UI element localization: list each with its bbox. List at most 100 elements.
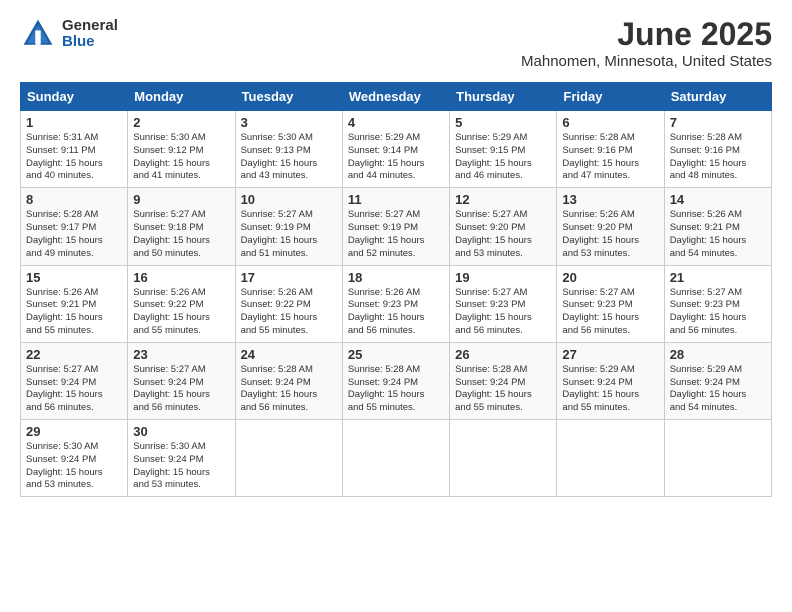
header-friday: Friday bbox=[557, 83, 664, 111]
sunset-label: Sunset: 9:24 PM bbox=[241, 377, 311, 388]
day-info: Sunrise: 5:27 AM Sunset: 9:23 PM Dayligh… bbox=[562, 287, 658, 338]
day-cell bbox=[664, 420, 771, 497]
sunset-label: Sunset: 9:24 PM bbox=[562, 377, 632, 388]
day-number: 24 bbox=[241, 347, 337, 362]
logo-blue-text: Blue bbox=[62, 34, 118, 51]
day-cell: 3 Sunrise: 5:30 AM Sunset: 9:13 PM Dayli… bbox=[235, 111, 342, 188]
day-cell: 24 Sunrise: 5:28 AM Sunset: 9:24 PM Dayl… bbox=[235, 342, 342, 419]
daylight-label: Daylight: 15 hoursand 55 minutes. bbox=[455, 389, 532, 413]
day-cell bbox=[557, 420, 664, 497]
day-number: 18 bbox=[348, 270, 444, 285]
day-cell: 11 Sunrise: 5:27 AM Sunset: 9:19 PM Dayl… bbox=[342, 188, 449, 265]
sunrise-label: Sunrise: 5:26 AM bbox=[241, 287, 313, 298]
day-info: Sunrise: 5:30 AM Sunset: 9:12 PM Dayligh… bbox=[133, 132, 229, 183]
day-info: Sunrise: 5:28 AM Sunset: 9:17 PM Dayligh… bbox=[26, 209, 122, 260]
day-number: 28 bbox=[670, 347, 766, 362]
day-info: Sunrise: 5:26 AM Sunset: 9:22 PM Dayligh… bbox=[133, 287, 229, 338]
sunrise-label: Sunrise: 5:28 AM bbox=[241, 364, 313, 375]
day-info: Sunrise: 5:30 AM Sunset: 9:13 PM Dayligh… bbox=[241, 132, 337, 183]
day-cell bbox=[342, 420, 449, 497]
sunset-label: Sunset: 9:24 PM bbox=[670, 377, 740, 388]
sunset-label: Sunset: 9:13 PM bbox=[241, 145, 311, 156]
sunset-label: Sunset: 9:22 PM bbox=[241, 299, 311, 310]
day-number: 12 bbox=[455, 192, 551, 207]
day-number: 27 bbox=[562, 347, 658, 362]
day-info: Sunrise: 5:28 AM Sunset: 9:24 PM Dayligh… bbox=[241, 364, 337, 415]
day-number: 16 bbox=[133, 270, 229, 285]
daylight-label: Daylight: 15 hoursand 53 minutes. bbox=[133, 467, 210, 491]
sunset-label: Sunset: 9:24 PM bbox=[348, 377, 418, 388]
day-info: Sunrise: 5:28 AM Sunset: 9:16 PM Dayligh… bbox=[562, 132, 658, 183]
daylight-label: Daylight: 15 hoursand 55 minutes. bbox=[26, 312, 103, 336]
day-cell: 19 Sunrise: 5:27 AM Sunset: 9:23 PM Dayl… bbox=[450, 265, 557, 342]
day-cell: 18 Sunrise: 5:26 AM Sunset: 9:23 PM Dayl… bbox=[342, 265, 449, 342]
sunrise-label: Sunrise: 5:27 AM bbox=[348, 209, 420, 220]
sunset-label: Sunset: 9:19 PM bbox=[348, 222, 418, 233]
day-cell: 21 Sunrise: 5:27 AM Sunset: 9:23 PM Dayl… bbox=[664, 265, 771, 342]
day-info: Sunrise: 5:29 AM Sunset: 9:24 PM Dayligh… bbox=[670, 364, 766, 415]
sunset-label: Sunset: 9:16 PM bbox=[670, 145, 740, 156]
sunset-label: Sunset: 9:24 PM bbox=[133, 377, 203, 388]
sunset-label: Sunset: 9:24 PM bbox=[455, 377, 525, 388]
sunset-label: Sunset: 9:16 PM bbox=[562, 145, 632, 156]
day-cell bbox=[235, 420, 342, 497]
daylight-label: Daylight: 15 hoursand 53 minutes. bbox=[455, 235, 532, 259]
day-number: 26 bbox=[455, 347, 551, 362]
sunset-label: Sunset: 9:20 PM bbox=[562, 222, 632, 233]
day-number: 4 bbox=[348, 115, 444, 130]
sunrise-label: Sunrise: 5:27 AM bbox=[562, 287, 634, 298]
sunset-label: Sunset: 9:24 PM bbox=[26, 377, 96, 388]
day-info: Sunrise: 5:29 AM Sunset: 9:15 PM Dayligh… bbox=[455, 132, 551, 183]
day-cell: 14 Sunrise: 5:26 AM Sunset: 9:21 PM Dayl… bbox=[664, 188, 771, 265]
day-number: 3 bbox=[241, 115, 337, 130]
logo-text: General Blue bbox=[62, 18, 118, 51]
sunset-label: Sunset: 9:14 PM bbox=[348, 145, 418, 156]
sunrise-label: Sunrise: 5:30 AM bbox=[241, 132, 313, 143]
day-number: 15 bbox=[26, 270, 122, 285]
daylight-label: Daylight: 15 hoursand 55 minutes. bbox=[348, 389, 425, 413]
sunrise-label: Sunrise: 5:26 AM bbox=[348, 287, 420, 298]
header-tuesday: Tuesday bbox=[235, 83, 342, 111]
daylight-label: Daylight: 15 hoursand 56 minutes. bbox=[133, 389, 210, 413]
sunset-label: Sunset: 9:18 PM bbox=[133, 222, 203, 233]
sunset-label: Sunset: 9:17 PM bbox=[26, 222, 96, 233]
sunset-label: Sunset: 9:22 PM bbox=[133, 299, 203, 310]
sunrise-label: Sunrise: 5:26 AM bbox=[133, 287, 205, 298]
week-row-2: 8 Sunrise: 5:28 AM Sunset: 9:17 PM Dayli… bbox=[21, 188, 772, 265]
sunrise-label: Sunrise: 5:27 AM bbox=[241, 209, 313, 220]
header-sunday: Sunday bbox=[21, 83, 128, 111]
week-row-3: 15 Sunrise: 5:26 AM Sunset: 9:21 PM Dayl… bbox=[21, 265, 772, 342]
daylight-label: Daylight: 15 hoursand 55 minutes. bbox=[562, 389, 639, 413]
day-cell: 17 Sunrise: 5:26 AM Sunset: 9:22 PM Dayl… bbox=[235, 265, 342, 342]
sunset-label: Sunset: 9:23 PM bbox=[562, 299, 632, 310]
sunset-label: Sunset: 9:15 PM bbox=[455, 145, 525, 156]
daylight-label: Daylight: 15 hoursand 53 minutes. bbox=[562, 235, 639, 259]
day-info: Sunrise: 5:26 AM Sunset: 9:20 PM Dayligh… bbox=[562, 209, 658, 260]
daylight-label: Daylight: 15 hoursand 55 minutes. bbox=[133, 312, 210, 336]
daylight-label: Daylight: 15 hoursand 53 minutes. bbox=[26, 467, 103, 491]
day-cell: 2 Sunrise: 5:30 AM Sunset: 9:12 PM Dayli… bbox=[128, 111, 235, 188]
sunset-label: Sunset: 9:24 PM bbox=[133, 454, 203, 465]
sunset-label: Sunset: 9:21 PM bbox=[26, 299, 96, 310]
day-number: 21 bbox=[670, 270, 766, 285]
day-info: Sunrise: 5:27 AM Sunset: 9:24 PM Dayligh… bbox=[26, 364, 122, 415]
day-info: Sunrise: 5:31 AM Sunset: 9:11 PM Dayligh… bbox=[26, 132, 122, 183]
day-info: Sunrise: 5:26 AM Sunset: 9:21 PM Dayligh… bbox=[670, 209, 766, 260]
day-cell: 8 Sunrise: 5:28 AM Sunset: 9:17 PM Dayli… bbox=[21, 188, 128, 265]
location-title: Mahnomen, Minnesota, United States bbox=[521, 53, 772, 70]
sunrise-label: Sunrise: 5:27 AM bbox=[133, 364, 205, 375]
day-number: 11 bbox=[348, 192, 444, 207]
daylight-label: Daylight: 15 hoursand 47 minutes. bbox=[562, 158, 639, 182]
sunrise-label: Sunrise: 5:30 AM bbox=[133, 441, 205, 452]
sunrise-label: Sunrise: 5:26 AM bbox=[670, 209, 742, 220]
day-number: 19 bbox=[455, 270, 551, 285]
weekday-header-row: Sunday Monday Tuesday Wednesday Thursday… bbox=[21, 83, 772, 111]
daylight-label: Daylight: 15 hoursand 44 minutes. bbox=[348, 158, 425, 182]
day-info: Sunrise: 5:30 AM Sunset: 9:24 PM Dayligh… bbox=[26, 441, 122, 492]
sunrise-label: Sunrise: 5:28 AM bbox=[348, 364, 420, 375]
daylight-label: Daylight: 15 hoursand 46 minutes. bbox=[455, 158, 532, 182]
sunrise-label: Sunrise: 5:27 AM bbox=[26, 364, 98, 375]
daylight-label: Daylight: 15 hoursand 56 minutes. bbox=[26, 389, 103, 413]
day-info: Sunrise: 5:27 AM Sunset: 9:18 PM Dayligh… bbox=[133, 209, 229, 260]
day-cell: 13 Sunrise: 5:26 AM Sunset: 9:20 PM Dayl… bbox=[557, 188, 664, 265]
